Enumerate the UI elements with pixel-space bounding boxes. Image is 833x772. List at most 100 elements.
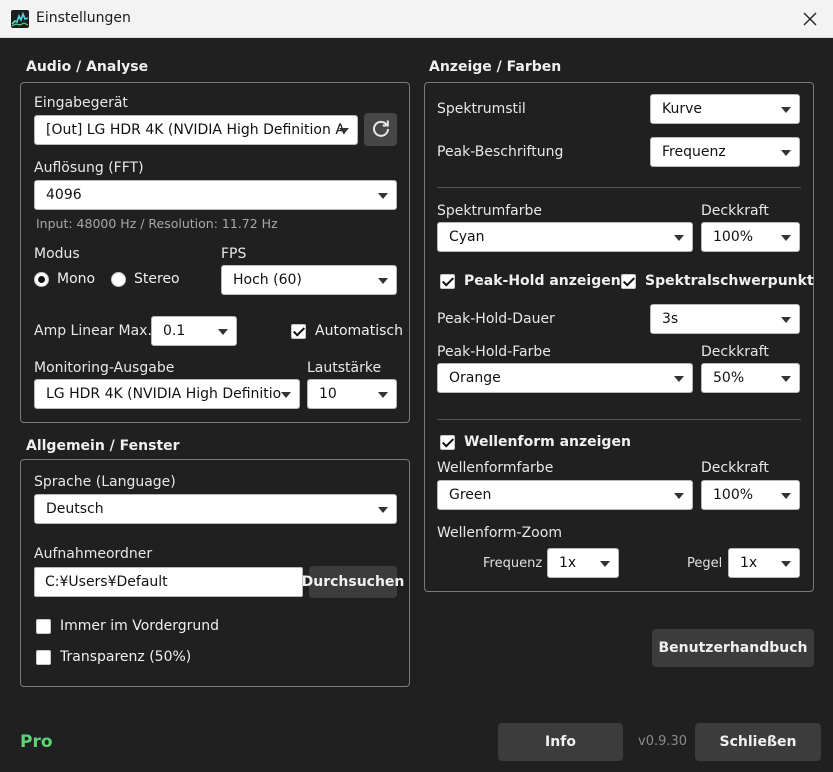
checkbox-box — [36, 618, 51, 634]
spectrum-style-label: Spektrumstil — [437, 101, 526, 117]
spectrum-opacity-label: Deckkraft — [701, 203, 769, 219]
auto-label: Automatisch — [315, 323, 403, 339]
version-label: v0.9.30 — [638, 734, 688, 749]
fft-label: Auflösung (FFT) — [34, 160, 144, 176]
radio-dot — [111, 271, 126, 287]
chevron-down-icon — [781, 376, 791, 382]
checkbox-box — [440, 434, 455, 450]
peak-hold-opacity-select[interactable]: 50% — [701, 363, 800, 393]
level-zoom-select[interactable]: 1x — [728, 548, 800, 578]
level-zoom-label: Pegel — [687, 556, 723, 571]
volume-label: Lautstärke — [307, 360, 382, 376]
peak-label-label: Peak-Beschriftung — [437, 144, 564, 160]
language-select[interactable]: Deutsch — [34, 494, 397, 524]
fps-label: FPS — [221, 246, 247, 262]
mode-mono-label: Mono — [57, 271, 96, 287]
checkbox-box — [291, 323, 306, 339]
volume-select[interactable]: 10 — [307, 379, 397, 409]
transparency-label: Transparenz (50%) — [60, 649, 192, 665]
waveform-color-value: Green — [449, 487, 492, 503]
monitor-label: Monitoring-Ausgabe — [34, 360, 175, 376]
info-button[interactable]: Info — [498, 723, 623, 761]
language-label: Sprache (Language) — [34, 474, 176, 490]
fps-select[interactable]: Hoch (60) — [221, 265, 397, 295]
fft-select[interactable]: 4096 — [34, 180, 397, 210]
general-section-title: Allgemein / Fenster — [26, 438, 180, 454]
fft-value: 4096 — [46, 187, 82, 203]
input-device-label: Eingabegerät — [34, 95, 128, 111]
monitor-value: LG HDR 4K (NVIDIA High Definitio — [46, 386, 282, 402]
waveform-color-select[interactable]: Green — [437, 480, 693, 510]
centroid-checkbox[interactable]: Spektralschwerpunkt — [621, 273, 814, 289]
transparency-checkbox[interactable]: Transparenz (50%) — [36, 649, 191, 665]
always-on-top-checkbox[interactable]: Immer im Vordergrund — [36, 618, 219, 634]
browse-button[interactable]: Durchsuchen — [302, 566, 404, 598]
waveform-zoom-label: Wellenform-Zoom — [437, 525, 562, 541]
centroid-label: Spektralschwerpunkt — [645, 273, 814, 289]
spectrum-opacity-select[interactable]: 100% — [701, 222, 800, 252]
folder-label: Aufnahmeordner — [34, 546, 153, 562]
settings-window: Audio / Analyse Eingabegerät [Out] LG HD… — [0, 38, 833, 772]
chevron-down-icon — [281, 392, 291, 398]
folder-input[interactable]: C:¥Users¥Default — [34, 567, 303, 597]
chevron-down-icon — [378, 193, 388, 199]
peak-label-value: Frequenz — [662, 144, 726, 160]
spectrum-color-value: Cyan — [449, 229, 485, 245]
chevron-down-icon — [781, 317, 791, 323]
freq-zoom-select[interactable]: 1x — [547, 548, 619, 578]
peak-hold-color-label: Peak-Hold-Farbe — [437, 344, 551, 360]
input-device-value: [Out] LG HDR 4K (NVIDIA High Definition … — [46, 122, 345, 138]
spectrum-color-select[interactable]: Cyan — [437, 222, 693, 252]
auto-checkbox[interactable]: Automatisch — [291, 323, 403, 339]
mode-stereo-label: Stereo — [134, 271, 180, 287]
mode-mono-radio[interactable]: Mono — [34, 271, 95, 287]
chevron-down-icon — [674, 235, 684, 241]
divider — [437, 419, 801, 420]
waveform-opacity-label: Deckkraft — [701, 460, 769, 476]
audio-info-text: Input: 48000 Hz / Resolution: 11.72 Hz — [36, 216, 278, 231]
monitor-select[interactable]: LG HDR 4K (NVIDIA High Definitio — [34, 379, 300, 409]
checkbox-box — [621, 273, 636, 289]
chevron-down-icon — [674, 493, 684, 499]
manual-button[interactable]: Benutzerhandbuch — [652, 629, 814, 667]
chevron-down-icon — [781, 150, 791, 156]
spectrum-app-icon — [11, 10, 29, 28]
checkbox-box — [36, 649, 51, 665]
audio-section-title: Audio / Analyse — [26, 59, 149, 75]
amp-select[interactable]: 0.1 — [151, 316, 237, 346]
display-section-title: Anzeige / Farben — [429, 59, 562, 75]
always-on-top-label: Immer im Vordergrund — [60, 618, 220, 634]
peak-hold-checkbox[interactable]: Peak-Hold anzeigen — [440, 273, 621, 289]
close-icon[interactable] — [797, 6, 823, 32]
divider — [437, 187, 801, 188]
spectrum-style-select[interactable]: Kurve — [650, 94, 800, 124]
peak-label-select[interactable]: Frequenz — [650, 137, 800, 167]
chevron-down-icon — [218, 329, 228, 335]
peak-hold-color-select[interactable]: Orange — [437, 363, 693, 393]
chevron-down-icon — [781, 107, 791, 113]
chevron-down-icon — [781, 493, 791, 499]
amp-label: Amp Linear Max. — [34, 323, 152, 339]
waveform-show-label: Wellenform anzeigen — [464, 434, 631, 450]
peak-hold-duration-select[interactable]: 3s — [650, 304, 800, 334]
mode-stereo-radio[interactable]: Stereo — [111, 271, 180, 287]
language-value: Deutsch — [46, 501, 104, 517]
refresh-button[interactable] — [364, 113, 397, 146]
chevron-down-icon — [378, 392, 388, 398]
window-title: Einstellungen — [36, 10, 131, 26]
waveform-show-checkbox[interactable]: Wellenform anzeigen — [440, 434, 631, 450]
title-bar: Einstellungen — [0, 0, 833, 38]
fps-value: Hoch (60) — [233, 272, 302, 288]
peak-hold-label: Peak-Hold anzeigen — [464, 273, 621, 289]
waveform-opacity-select[interactable]: 100% — [701, 480, 800, 510]
spectrum-color-label: Spektrumfarbe — [437, 203, 543, 219]
chevron-down-icon — [339, 128, 349, 134]
checkbox-box — [440, 273, 455, 289]
pro-badge: Pro — [20, 732, 53, 752]
peak-hold-color-value: Orange — [449, 370, 501, 386]
chevron-down-icon — [781, 561, 791, 567]
input-device-select[interactable]: [Out] LG HDR 4K (NVIDIA High Definition … — [34, 115, 358, 145]
radio-dot — [34, 271, 49, 287]
peak-hold-opacity-label: Deckkraft — [701, 344, 769, 360]
close-button[interactable]: Schließen — [695, 723, 821, 761]
